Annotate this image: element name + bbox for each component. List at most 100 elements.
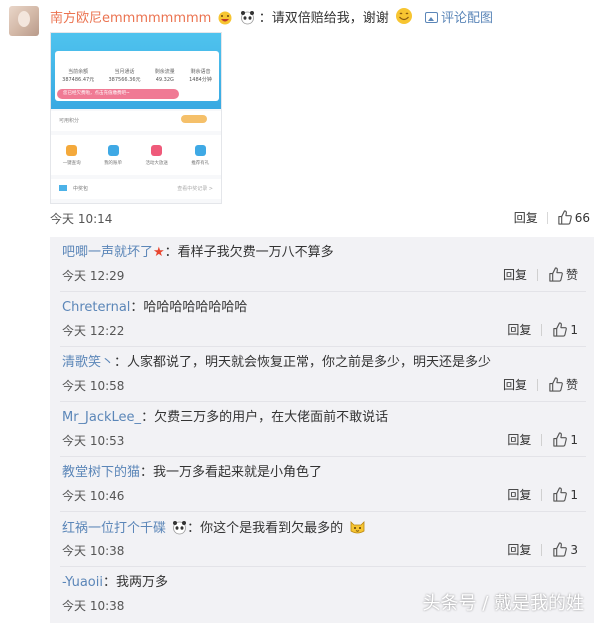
sub-comment-line: -Yuaoii：我两万多 [62, 574, 168, 592]
image-icon-label: 活动大放送 [145, 160, 168, 166]
image-icon-label: 推荐有礼 [191, 160, 210, 166]
sub-comment-text: ：我一万多看起来就是小角色了 [140, 465, 323, 480]
cat-emoji-icon [350, 521, 365, 534]
reply-button[interactable]: 回复 [507, 431, 531, 448]
gift-icon [151, 144, 163, 156]
sub-comment-username[interactable]: 吧唧一声就坏了 [62, 245, 153, 260]
like-button[interactable]: 66 [557, 210, 590, 225]
like-count: 3 [570, 542, 578, 557]
sub-comment: 红祸一位打个千碟 ：你这个是我看到欠最多的 今天 10:38 回复 3 [50, 512, 594, 567]
sub-comment-line: 吧唧一声就坏了★：看样子我欠费一万八不算多 [62, 244, 334, 262]
image-icon-item: 一键查询 [63, 144, 81, 166]
sub-comment-time: 今天 10:58 [62, 379, 125, 393]
stat-label: 剩余流量 [154, 69, 175, 75]
sub-comment-time: 今天 10:38 [62, 544, 125, 558]
stat-label: 剩余语音 [190, 69, 211, 75]
sub-comment-line: Mr_JackLee_：欠费三万多的用户，在大佬面前不敢说话 [62, 409, 388, 427]
sub-comment-username[interactable]: 清歌笑丶 [62, 355, 114, 370]
sub-comment-text: ：欠费三万多的用户，在大佬面前不敢说话 [141, 410, 389, 425]
reply-with-image-link[interactable]: 评论配图 [425, 11, 493, 26]
reply-button[interactable]: 回复 [514, 209, 538, 226]
comment-line: 南方欧尼emmmmmmmm ：请双倍赔给我，谢谢 评论配图 [50, 7, 493, 28]
sub-comment-line: Chreternal：哈哈哈哈哈哈哈哈 [62, 299, 247, 317]
image-bottom-row: 中奖包 查看中奖记录 > [51, 179, 221, 199]
like-button[interactable]: 3 [552, 542, 578, 557]
sub-comment-username[interactable]: Chreternal [62, 300, 130, 315]
like-button[interactable]: 赞 [548, 376, 578, 393]
divider [541, 543, 543, 556]
sub-comment-time: 今天 10:38 [62, 599, 125, 613]
sub-comment-text: ：你这个是我看到欠最多的 [187, 521, 344, 536]
sub-comment-line: 教堂树下的猫：我一万多看起来就是小角色了 [62, 464, 322, 482]
like-count: 1 [570, 322, 578, 337]
like-button[interactable]: 1 [552, 432, 578, 447]
sub-comment-username[interactable]: -Yuaoii [62, 575, 103, 590]
sub-comment-actions: 回复 赞 [503, 266, 578, 283]
image-icon [425, 12, 439, 23]
panda-emoji-icon [240, 11, 254, 25]
sub-comment-actions: 回复 1 [507, 431, 578, 448]
thumbs-up-icon [553, 487, 568, 502]
thumbs-up-icon [553, 322, 568, 337]
reply-button[interactable]: 回复 [507, 541, 531, 558]
laughing-emoji-icon [218, 11, 232, 25]
divider [536, 378, 538, 391]
image-stat: 剩余流量 49.32G [155, 68, 175, 84]
comment-image[interactable]: 当前余额 387486.47元 当月通话 387566.36元 剩余流量 49.32G… [50, 32, 222, 204]
avatar[interactable] [9, 6, 39, 36]
stat-value: 387566.36元 [108, 77, 141, 83]
sub-comment-username[interactable]: 教堂树下的猫 [62, 465, 140, 480]
comment-username[interactable]: 南方欧尼emmmmmmmm [50, 11, 211, 26]
image-stat: 当月通话 387566.36元 [108, 68, 140, 84]
stat-label: 当月通话 [114, 69, 135, 75]
like-count: 1 [570, 487, 578, 502]
panda-emoji-icon [173, 521, 187, 535]
comment-time: 今天 10:14 [50, 212, 113, 226]
sub-comment-actions: 回复 3 [507, 541, 578, 558]
watermark: 头条号 / 戴是我的姓 [422, 593, 584, 614]
thumbs-up-icon [553, 542, 568, 557]
divider [536, 268, 538, 281]
reply-button[interactable]: 回复 [507, 321, 531, 338]
sub-comment-line: 红祸一位打个千碟 ：你这个是我看到欠最多的 [62, 519, 366, 538]
reply-button[interactable]: 回复 [503, 376, 527, 393]
sub-comment-time: 今天 10:53 [62, 434, 125, 448]
image-bottom-link: 查看中奖记录 > [177, 186, 213, 192]
sub-comment-username[interactable]: 红祸一位打个千碟 [62, 521, 166, 536]
image-icon-label: 我的账单 [104, 160, 123, 166]
sub-comment-time: 今天 12:22 [62, 324, 125, 338]
thumbs-up-icon [553, 432, 568, 447]
image-banner: 您已经欠费啦，点击充值缴费吧~ [57, 89, 179, 99]
sub-comment-text: ：人家都说了，明天就会恢复正常，你之前是多少，明天还是多少 [114, 355, 492, 370]
like-button[interactable]: 赞 [548, 266, 578, 283]
like-button[interactable]: 1 [552, 487, 578, 502]
sub-comment-text: ：我两万多 [102, 575, 168, 590]
comment-text: ：请双倍赔给我，谢谢 [258, 11, 389, 26]
sub-comment: Chreternal：哈哈哈哈哈哈哈哈 今天 12:22 回复 1 [50, 292, 594, 347]
reply-button[interactable]: 回复 [503, 266, 527, 283]
reply-button[interactable]: 回复 [507, 486, 531, 503]
image-icon-item: 活动大放送 [145, 144, 168, 166]
divider [541, 488, 543, 501]
image-bottom-label: 中奖包 [73, 186, 89, 192]
stat-value: 1484分钟 [189, 77, 212, 83]
sub-comment-actions: 回复 1 [507, 486, 578, 503]
image-icon-item: 我的账单 [104, 144, 123, 166]
sub-comment-username[interactable]: Mr_JackLee_ [62, 410, 141, 425]
sub-comment: Mr_JackLee_：欠费三万多的用户，在大佬面前不敢说话 今天 10:53 … [50, 402, 594, 457]
sub-comment: 教堂树下的猫：我一万多看起来就是小角色了 今天 10:46 回复 1 [50, 457, 594, 512]
query-icon [66, 144, 78, 156]
sub-comment-line: 清歌笑丶：人家都说了，明天就会恢复正常，你之前是多少，明天还是多少 [62, 354, 491, 372]
comment-post: 南方欧尼emmmmmmmm ：请双倍赔给我，谢谢 评论配图 当前余额 387486… [0, 0, 600, 232]
comment-actions: 回复 66 [514, 209, 590, 226]
stat-value: 49.32G [155, 77, 174, 83]
image-icon-item: 推荐有礼 [191, 144, 210, 166]
package-icon [59, 185, 67, 191]
stat-value: 387486.47元 [62, 77, 95, 83]
like-count: 赞 [565, 268, 578, 282]
thumbs-up-icon [549, 267, 563, 282]
like-button[interactable]: 1 [552, 322, 578, 337]
thumbs-up-icon [558, 210, 572, 225]
divider [541, 323, 543, 336]
thumbs-up-icon [194, 144, 206, 156]
